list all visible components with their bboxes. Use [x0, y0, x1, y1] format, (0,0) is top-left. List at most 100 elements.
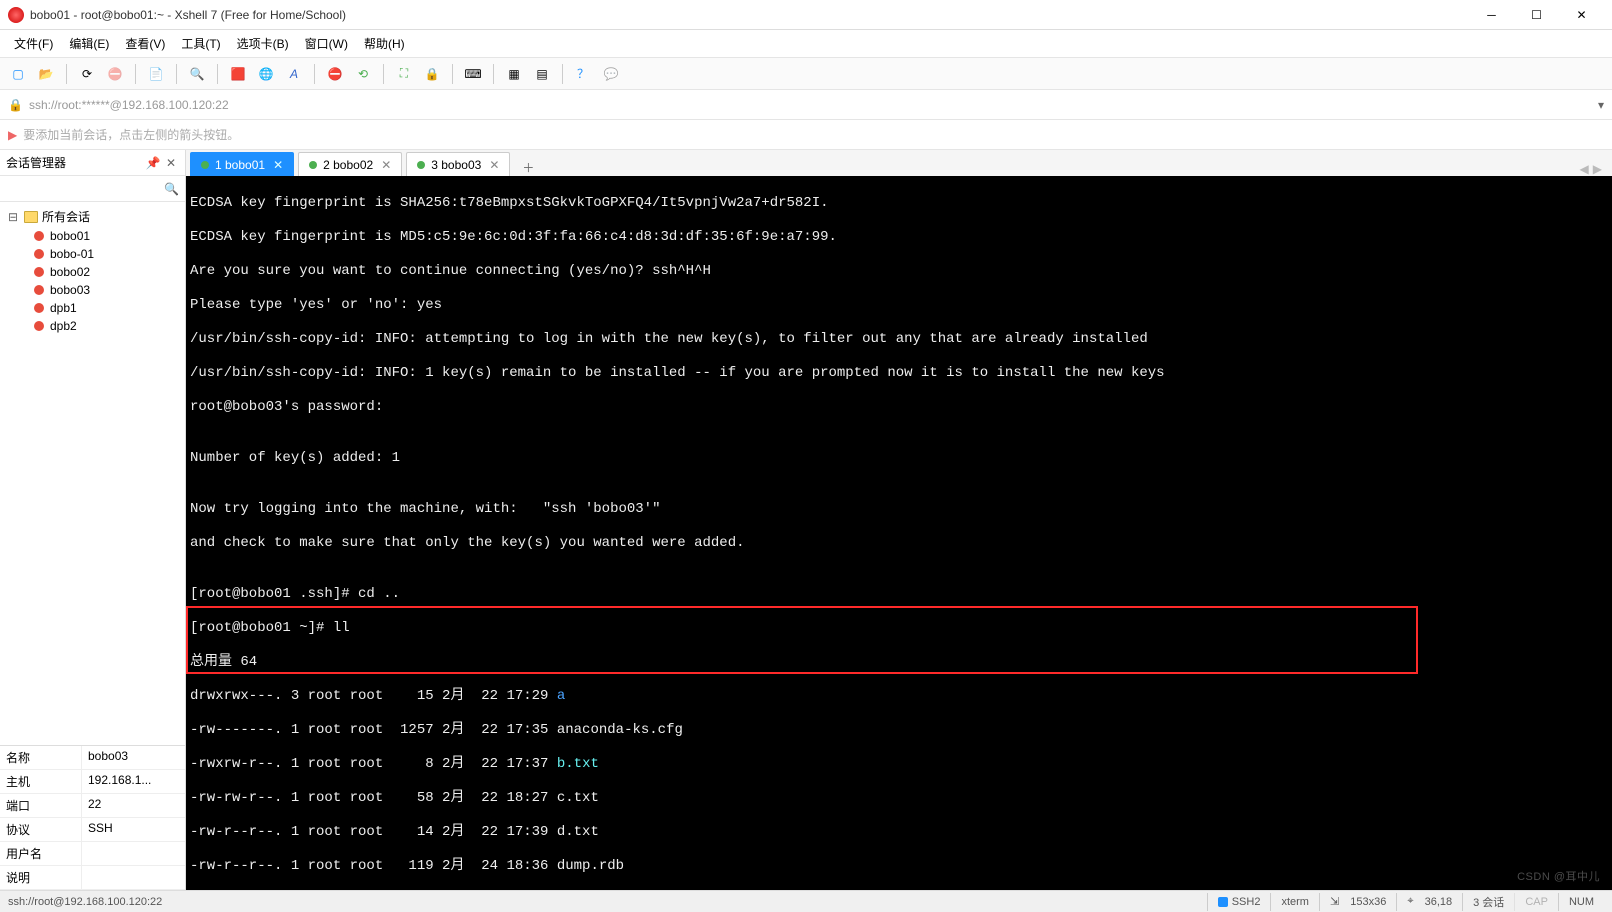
term-line: /usr/bin/ssh-copy-id: INFO: 1 key(s) rem…	[190, 365, 1608, 382]
keyboard-icon[interactable]: ⌨	[461, 62, 485, 86]
term-line: -rw-r--r--. 1 root root 14 2月 22 17:39 d…	[190, 824, 1608, 841]
open-session-icon[interactable]: 📂	[34, 62, 58, 86]
tab-label: 3 bobo03	[431, 158, 481, 172]
maximize-button[interactable]: ☐	[1514, 0, 1559, 30]
arrow-icon: ▶	[8, 128, 17, 142]
reconnect-icon[interactable]: ⟳	[75, 62, 99, 86]
session-item[interactable]: dpb1	[4, 299, 181, 317]
tab-next-icon[interactable]: ▶	[1593, 162, 1602, 176]
prop-proto-label: 协议	[0, 818, 82, 841]
app-icon	[8, 7, 24, 23]
term-line: ECDSA key fingerprint is MD5:c5:9e:6c:0d…	[190, 229, 1608, 246]
term-line: and check to make sure that only the key…	[190, 535, 1608, 552]
tab-bobo03[interactable]: 3 bobo03 ✕	[406, 152, 510, 176]
status-ssh: SSH2	[1207, 893, 1271, 911]
session-item[interactable]: dpb2	[4, 317, 181, 335]
session-item[interactable]: bobo03	[4, 281, 181, 299]
tab-prev-icon[interactable]: ◀	[1580, 162, 1589, 176]
stop-icon[interactable]: ⛔	[323, 62, 347, 86]
menu-file[interactable]: 文件(F)	[6, 31, 61, 56]
toolbar-sep	[66, 64, 67, 84]
copy-icon[interactable]: 📄	[144, 62, 168, 86]
tree-root-label: 所有会话	[42, 208, 90, 225]
sidebar: 会话管理器 📌 ✕ 🔍 ⊟ 所有会话 bobo01 bobo-01 bobo02…	[0, 150, 186, 890]
status-pos: ⌖ 36,18	[1396, 893, 1462, 911]
term-line: Number of key(s) added: 1	[190, 450, 1608, 467]
term-line: /usr/bin/ssh-copy-id: INFO: attempting t…	[190, 331, 1608, 348]
session-tree: ⊟ 所有会话 bobo01 bobo-01 bobo02 bobo03 dpb1…	[0, 202, 185, 745]
term-line: [root@bobo01 ~]# ll	[190, 620, 1608, 637]
tile-icon[interactable]: ▤	[530, 62, 554, 86]
sidebar-search[interactable]: 🔍	[0, 176, 185, 202]
menu-view[interactable]: 查看(V)	[117, 31, 173, 56]
connection-icon	[1218, 897, 1228, 907]
prop-user-label: 用户名	[0, 842, 82, 865]
menu-help[interactable]: 帮助(H)	[356, 31, 413, 56]
session-item[interactable]: bobo02	[4, 263, 181, 281]
find-icon[interactable]: 🔍	[185, 62, 209, 86]
session-icon	[32, 301, 46, 315]
globe-icon[interactable]: 🌐	[254, 62, 278, 86]
window-controls: ─ ☐ ✕	[1469, 0, 1604, 30]
dropdown-icon[interactable]: ▾	[1598, 98, 1604, 112]
menu-window[interactable]: 窗口(W)	[297, 31, 356, 56]
term-line: 总用量 64	[190, 654, 1608, 671]
color-icon[interactable]: 🟥	[226, 62, 250, 86]
sidebar-title: 会话管理器	[6, 154, 143, 171]
prop-user-value	[82, 842, 185, 865]
disconnect-icon[interactable]: ⛔	[103, 62, 127, 86]
main: 会话管理器 📌 ✕ 🔍 ⊟ 所有会话 bobo01 bobo-01 bobo02…	[0, 150, 1612, 890]
prop-host-label: 主机	[0, 770, 82, 793]
toolbar-sep	[135, 64, 136, 84]
menu-tabs[interactable]: 选项卡(B)	[229, 31, 297, 56]
new-session-icon[interactable]: ▢	[6, 62, 30, 86]
fullscreen-icon[interactable]: ⛶	[392, 62, 416, 86]
lock-icon: 🔒	[8, 98, 23, 112]
content-area: 1 bobo01✕ 2 bobo02✕ 3 bobo03 ✕ ＋ ◀ ▶ ECDS…	[186, 150, 1612, 890]
session-item[interactable]: bobo01	[4, 227, 181, 245]
toolbar-sep	[314, 64, 315, 84]
session-item[interactable]: bobo-01	[4, 245, 181, 263]
term-line: -rw-r--r--. 1 root root 119 2月 24 18:36 …	[190, 858, 1608, 875]
pin-icon[interactable]: 📌	[145, 156, 161, 170]
menu-tools[interactable]: 工具(T)	[173, 31, 228, 56]
toolbar-sep	[562, 64, 563, 84]
search-icon: 🔍	[164, 182, 179, 196]
term-line: -rw-rw-r--. 1 root root 58 2月 22 18:27 c…	[190, 790, 1608, 807]
layout-icon[interactable]: ▦	[502, 62, 526, 86]
tab-close-icon[interactable]: ✕	[381, 158, 391, 172]
status-sessions: 3 会话	[1462, 893, 1514, 911]
tab-close-icon[interactable]: ✕	[489, 158, 499, 172]
properties-panel: 名称bobo03 主机192.168.1... 端口22 协议SSH 用户名 说…	[0, 745, 185, 890]
terminal[interactable]: ECDSA key fingerprint is SHA256:t78eBmpx…	[186, 176, 1612, 890]
prop-name-label: 名称	[0, 746, 82, 769]
add-tab-button[interactable]: ＋	[518, 159, 538, 176]
toolbar-sep	[493, 64, 494, 84]
tree-root[interactable]: ⊟ 所有会话	[4, 206, 181, 227]
tab-bobo01[interactable]: 1 bobo01✕	[190, 152, 294, 176]
term-line: Are you sure you want to continue connec…	[190, 263, 1608, 280]
session-label: bobo01	[50, 229, 90, 243]
tab-bobo02[interactable]: 2 bobo02✕	[298, 152, 402, 176]
close-button[interactable]: ✕	[1559, 0, 1604, 30]
term-line: -rwxrw-r--. 1 root root 8 2月 22 17:37 b.…	[190, 756, 1608, 773]
lock-icon[interactable]: 🔒	[420, 62, 444, 86]
status-size: ⇲ 153x36	[1319, 893, 1396, 911]
help-icon[interactable]: ？	[571, 62, 595, 86]
statusbar: ssh://root@192.168.100.120:22 SSH2 xterm…	[0, 890, 1612, 912]
term-line: root@bobo03's password:	[190, 399, 1608, 416]
font-icon[interactable]: A	[282, 62, 306, 86]
chat-icon[interactable]: 💬	[599, 62, 623, 86]
refresh-icon[interactable]: ⟲	[351, 62, 375, 86]
hint-bar: ▶ 要添加当前会话，点击左侧的箭头按钮。	[0, 120, 1612, 150]
toolbar-sep	[176, 64, 177, 84]
term-line: [root@bobo01 .ssh]# cd ..	[190, 586, 1608, 603]
collapse-icon[interactable]: ⊟	[8, 210, 20, 224]
close-panel-icon[interactable]: ✕	[163, 156, 179, 170]
address-bar[interactable]: 🔒 ssh://root:******@192.168.100.120:22 ▾	[0, 90, 1612, 120]
folder-icon	[24, 211, 38, 223]
minimize-button[interactable]: ─	[1469, 0, 1514, 30]
tab-close-icon[interactable]: ✕	[273, 158, 283, 172]
menubar: 文件(F) 编辑(E) 查看(V) 工具(T) 选项卡(B) 窗口(W) 帮助(…	[0, 30, 1612, 58]
menu-edit[interactable]: 编辑(E)	[61, 31, 117, 56]
